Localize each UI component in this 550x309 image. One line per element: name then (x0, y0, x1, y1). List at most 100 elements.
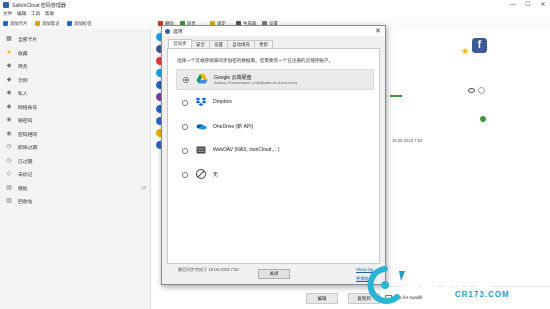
sidebar-item-7[interactable]: ◉ 密码相同 (0, 127, 150, 140)
dialog-title-bar: 选项 ✕ (162, 26, 385, 36)
strength-bar (390, 95, 402, 97)
menu-bar: 文件 编辑 工具 帮助 (0, 10, 550, 18)
option-account: Andrey Shcherbakov (info@safe-in-cloud.c… (214, 80, 297, 85)
sidebar-item-label: 商务 (18, 65, 28, 70)
modified-date: 16.06.2019 7:52 (392, 138, 423, 143)
sidebar-item-label: 收藏 (18, 51, 28, 57)
sidebar-item-label: 弱密码 (18, 119, 33, 124)
sidebar-item-12[interactable]: ▥ 回收站 (0, 194, 150, 207)
menu-edit[interactable]: 编辑 (17, 11, 26, 17)
app-logo-icon (165, 29, 170, 34)
watermark-text: 西西软件园 (403, 272, 493, 293)
tag-icon: ◆ (6, 103, 12, 110)
option-name: WebDAV (NAS, ownCloud,…) (213, 147, 280, 153)
sidebar-item-8[interactable]: ◷ 即将过期 (0, 140, 150, 153)
menu-file[interactable]: 文件 (3, 11, 12, 17)
option-webdav[interactable]: WebDAV (NAS, ownCloud,…) (176, 141, 372, 160)
options-dialog: 选项 ✕ 云同步 安全 设置 自动填充 更新 选择一个云端存储来同步加密的数据库… (161, 25, 386, 285)
radio-dropbox[interactable] (182, 100, 188, 106)
edit-button[interactable]: 编辑 (306, 293, 338, 304)
sidebar-item-11[interactable]: ▤ 模板 13 (0, 181, 150, 194)
sync-hint: 选择一个云端存储来同步加密的数据库。您需要有一个已注册的云储存账户。 (177, 58, 334, 63)
toolbar-button-add-label[interactable]: 添加标签 (67, 20, 92, 27)
dialog-title: 选项 (173, 30, 183, 35)
sidebar-item-label: 即将过期 (18, 146, 38, 151)
add-field-icon[interactable] (480, 116, 486, 122)
radio-onedrive[interactable] (182, 124, 188, 130)
option-name: OneDrive (新 API) (213, 124, 254, 130)
watermark-url: CR173.COM (455, 290, 510, 299)
sidebar-item-label: 全部卡片 (18, 38, 38, 43)
app-logo-icon (3, 2, 9, 8)
close-window-button[interactable]: ✕ (536, 0, 550, 10)
tag-icon: ◆ (6, 63, 12, 69)
sidebar-item-label: 未标记 (18, 173, 33, 178)
sidebar-item-label: 私人 (18, 92, 28, 97)
sidebar-item-label: 回收站 (18, 200, 33, 205)
sidebar-item-label: 已过期 (18, 159, 33, 165)
sidebar-item-0[interactable]: ▦ 全部卡片 (0, 32, 150, 45)
option-google-drive[interactable]: Google 云端硬盘 Andrey Shcherbakov (info@saf… (176, 69, 374, 90)
toolbar-label: 添加标签 (74, 21, 92, 26)
weak-password-icon: ◉ (6, 117, 12, 123)
sidebar-item-count: 13 (141, 184, 146, 190)
none-icon (196, 169, 206, 179)
star-icon: ★ (6, 49, 12, 56)
maximize-button[interactable]: ☐ (521, 0, 535, 10)
sidebar-item-1[interactable]: ★ 收藏 (0, 46, 150, 59)
expiring-icon: ◷ (6, 144, 12, 150)
radio-google-drive[interactable] (183, 77, 189, 83)
trash-icon: ▥ (6, 198, 12, 204)
sidebar-item-label: 示例 (18, 78, 28, 84)
sidebar-item-label: 模板 (18, 186, 28, 192)
toolbar-label: 添加卡片 (10, 21, 28, 26)
tag-icon: ◆ (6, 76, 12, 83)
same-password-icon: ◉ (6, 130, 12, 137)
option-dropbox[interactable]: Dropbox (176, 93, 372, 112)
sidebar-item-label: 网络账号 (18, 105, 38, 111)
watermark-logo: 西西软件园 CR173.COM (355, 263, 550, 307)
add-note-icon (35, 21, 40, 27)
favorite-star-icon[interactable]: ★ (461, 46, 469, 57)
sidebar-item-9[interactable]: ◷ 已过期 (0, 154, 150, 167)
sidebar-item-label: 密码相同 (18, 132, 38, 138)
expired-icon: ◷ (6, 157, 12, 164)
toolbar-label: 添加笔记 (42, 21, 60, 26)
cards-icon: ▦ (6, 36, 12, 42)
option-name: 无 (213, 172, 219, 178)
option-onedrive[interactable]: OneDrive (新 API) (176, 117, 372, 136)
last-sync-status: 最后同步完成于 16.06.2019 7:50 (178, 267, 239, 272)
radio-webdav[interactable] (182, 148, 188, 154)
sidebar-item-3[interactable]: ◆ 示例 (0, 73, 150, 86)
option-name: Dropbox (213, 99, 232, 105)
tag-icon: ◆ (6, 90, 12, 96)
onedrive-icon (196, 124, 207, 130)
template-icon: ▤ (6, 184, 12, 191)
dialog-close-icon[interactable]: ✕ (375, 27, 381, 35)
toolbar-button-add-note[interactable]: 添加笔记 (35, 20, 60, 27)
show-password-icon[interactable] (468, 88, 475, 93)
menu-help[interactable]: 帮助 (45, 11, 54, 17)
webdav-icon (196, 146, 206, 154)
cloud-sync-panel: 选择一个云端存储来同步加密的数据库。您需要有一个已注册的云储存账户。 Googl… (167, 48, 380, 281)
option-none[interactable]: 无 (176, 165, 372, 184)
window-title: SafeInCloud 密码管理器 (12, 3, 66, 9)
google-drive-icon (196, 74, 208, 84)
sidebar: ▦ 全部卡片 ★ 收藏 ◆ 商务 ◆ 示例 ◆ 私人 ◆ 网络账号 ◉ 弱密码 ◉ 密码相同 ◷ 即将过期 ◷ 已过期… (0, 29, 151, 309)
menu-tools[interactable]: 工具 (31, 11, 40, 17)
radio-none[interactable] (182, 172, 188, 178)
minimize-button[interactable]: — (506, 0, 520, 10)
sidebar-item-4[interactable]: ◆ 私人 (0, 86, 150, 99)
add-card-icon (3, 21, 8, 27)
facebook-icon: f (472, 38, 487, 53)
sidebar-item-10[interactable]: ◇ 未标记 (0, 167, 150, 180)
toolbar-button-add-card[interactable]: 添加卡片 (3, 20, 28, 27)
dropbox-icon (195, 97, 207, 106)
sidebar-item-5[interactable]: ◆ 网络账号 (0, 100, 150, 113)
unlabeled-icon: ◇ (6, 171, 12, 177)
dialog-close-button[interactable]: 关闭 (258, 269, 290, 279)
add-label-icon (67, 21, 72, 27)
sidebar-item-2[interactable]: ◆ 商务 (0, 59, 150, 72)
sidebar-item-6[interactable]: ◉ 弱密码 (0, 113, 150, 126)
more-icon[interactable] (478, 87, 485, 94)
